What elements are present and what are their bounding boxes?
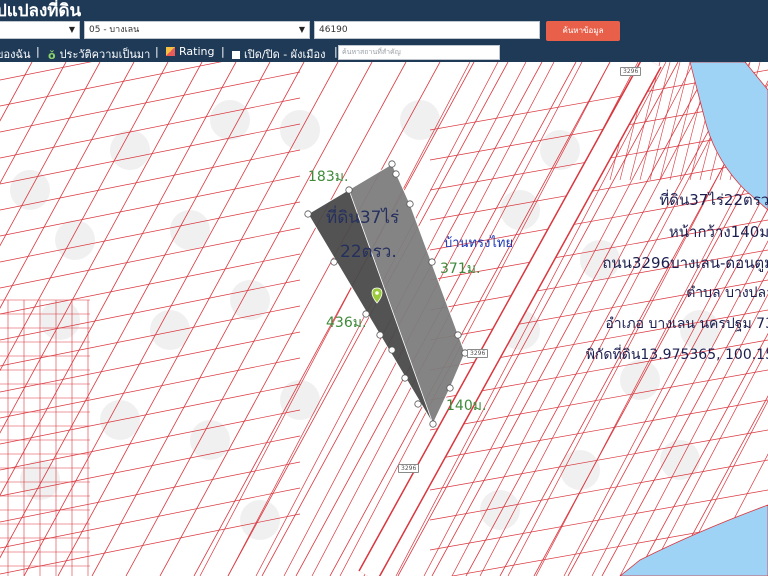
province-select[interactable]: ▼: [0, 21, 80, 39]
rating-label: Rating: [179, 45, 215, 58]
chevron-down-icon: ▼: [298, 25, 305, 34]
toolbar-separator: |: [155, 45, 159, 58]
dimension-right: 371ม.: [440, 261, 481, 277]
parcel-vertex-handle[interactable]: [454, 331, 462, 339]
dimension-bottom: 140ม.: [446, 398, 487, 414]
chart-icon: [166, 47, 175, 56]
road-number-badge: 3296: [467, 349, 489, 358]
history-link[interactable]: ǒ ประวัติความเป็นมา: [48, 45, 150, 63]
zoning-toggle[interactable]: เปิด/ปิด - ผังเมือง: [232, 45, 326, 63]
parcel-vertex-handle[interactable]: [392, 170, 400, 178]
parcel-vertex-handle[interactable]: [428, 258, 436, 266]
dimension-top: 183ม.: [308, 169, 349, 185]
zoning-toggle-label: เปิด/ปิด - ผังเมือง: [244, 48, 326, 61]
info-district: อำเภอ บางเลน นครปฐม 73: [605, 316, 768, 332]
postcode-input-value: 46190: [319, 25, 348, 35]
rating-link[interactable]: Rating: [166, 45, 214, 58]
parcel-vertex-handle[interactable]: [304, 210, 312, 218]
parcel-vertex-handle[interactable]: [406, 200, 414, 208]
app-window: ปแปลงที่ดิน ▼ 05 - บางเลน ▼ 46190 ค้นหาข…: [0, 0, 768, 576]
parcel-vertex-handle[interactable]: [388, 346, 396, 354]
checkbox-icon[interactable]: [232, 51, 240, 59]
toolbar-separator: |: [221, 45, 225, 58]
my-parcel-link[interactable]: ของฉัน: [0, 45, 31, 63]
search-button[interactable]: ค้นหาข้อมูล: [546, 21, 620, 41]
road-number-badge: 3296: [398, 464, 420, 473]
chevron-down-icon: ▼: [68, 25, 75, 34]
amphoe-select[interactable]: 05 - บางเลน ▼: [84, 21, 310, 39]
parcel-vertex-handle[interactable]: [401, 374, 409, 382]
village-label: บ้านทรงไทย: [444, 236, 514, 251]
info-subdistrict: ตำบล บางปลา: [686, 285, 768, 301]
sprout-icon: ǒ: [48, 49, 56, 62]
parcel-vertex-handle[interactable]: [414, 400, 422, 408]
parcel-vertex-handle[interactable]: [446, 384, 454, 392]
amphoe-select-value: 05 - บางเลน: [89, 25, 140, 35]
info-coordinates: พิกัดที่ดิน13.975365, 100.15: [585, 347, 768, 363]
place-search-input[interactable]: ค้นหาสถานที่สำคัญ: [338, 45, 500, 60]
parcel-vertex-handle[interactable]: [376, 331, 384, 339]
land-parcel: [307, 163, 466, 426]
dimension-left: 436ม.: [326, 315, 367, 331]
info-frontage: หน้ากว้าง140ม.: [668, 223, 768, 241]
parcel-vertex-handle[interactable]: [388, 160, 396, 168]
info-area: ที่ดิน37ไร่22ตรว.: [659, 191, 768, 209]
postcode-input[interactable]: 46190: [314, 21, 540, 39]
plot-label-line1: ที่ดิน37ไร่: [326, 208, 400, 228]
info-road: ถนน3296บางเลน-ดอนตูม: [602, 254, 768, 272]
parcel-vertex-handle[interactable]: [330, 258, 338, 266]
header-bar: ปแปลงที่ดิน ▼ 05 - บางเลน ▼ 46190 ค้นหาข…: [0, 0, 768, 62]
parcel-vertex-handle[interactable]: [429, 420, 437, 428]
toolbar-separator: |: [36, 45, 40, 58]
map-canvas[interactable]: 3296 3296 3296 183ม. 371ม. 436ม. 140ม. ท…: [0, 62, 768, 576]
plot-label-line2: 22ตรว.: [340, 242, 397, 262]
history-label: ประวัติความเป็นมา: [59, 48, 151, 61]
road-number-badge: 3296: [620, 67, 642, 76]
